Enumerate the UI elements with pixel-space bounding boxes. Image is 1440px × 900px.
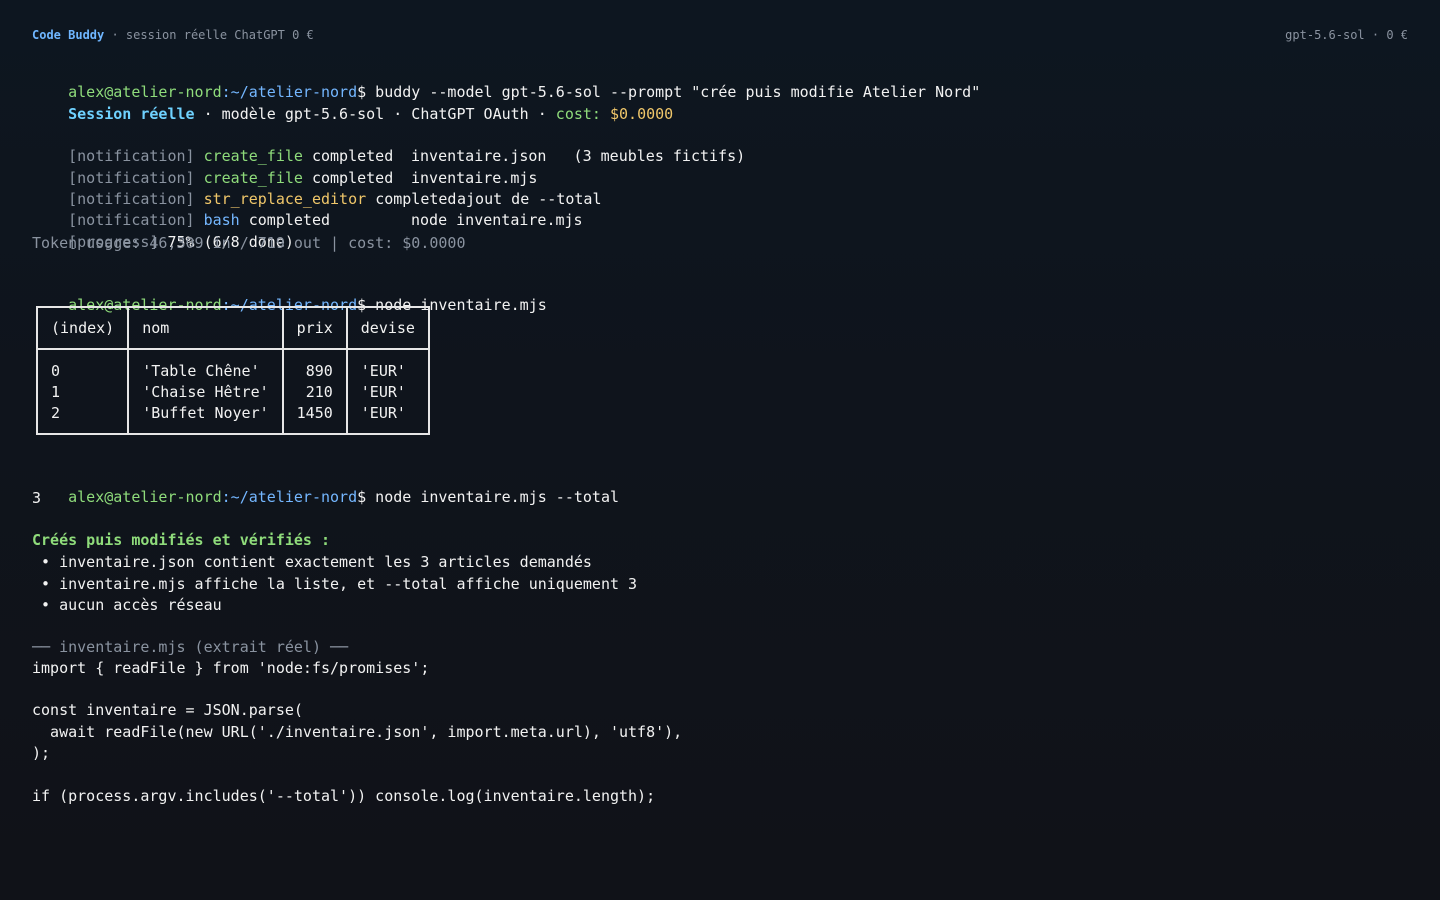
table-row: 1 'Chaise Hêtre' 210 'EUR' <box>35 381 430 402</box>
cell-devise: 'EUR' <box>345 402 430 434</box>
tool-status: completed <box>375 190 457 208</box>
column-header-prix: prix <box>281 307 348 350</box>
cell-index: 2 <box>35 402 130 434</box>
code-line: await readFile(new URL('./inventaire.jso… <box>32 723 683 741</box>
cell-prix: 890 <box>281 349 348 381</box>
command-line-3: alex@atelier-nord:~/atelier-nord$ node i… <box>32 467 619 527</box>
tool-target: inventaire.json (3 meubles fictifs) <box>411 147 746 165</box>
summary-title: Créés puis modifiés et vérifiés : <box>32 531 331 549</box>
command-text: $ node inventaire.mjs --total <box>357 488 620 506</box>
cell-devise: 'EUR' <box>345 349 430 381</box>
top-bar: Code Buddy · session réelle ChatGPT 0 € … <box>32 28 1408 46</box>
tool-target: node inventaire.mjs <box>411 211 583 229</box>
session-title: Session réelle <box>68 105 195 123</box>
summary-bullet: • inventaire.mjs affiche la liste, et --… <box>32 575 638 593</box>
summary-bullet: • inventaire.json contient exactement le… <box>32 553 592 571</box>
cell-devise: 'EUR' <box>345 381 430 402</box>
column-header-devise: devise <box>345 307 430 350</box>
cell-nom: 'Chaise Hêtre' <box>127 381 284 402</box>
model-cost-indicator: gpt-5.6-sol · 0 € <box>1285 28 1408 42</box>
cell-prix: 210 <box>281 381 348 402</box>
cost-value: $0.0000 <box>609 105 674 123</box>
column-header-index: (index) <box>35 307 130 350</box>
cell-nom: 'Table Chêne' <box>127 349 284 381</box>
summary-bullet: • aucun accès réseau <box>32 596 222 614</box>
code-line: const inventaire = JSON.parse( <box>32 701 303 719</box>
cell-index: 0 <box>35 349 130 381</box>
code-header: ── inventaire.mjs (extrait réel) ── <box>32 638 349 656</box>
terminal-window[interactable]: Code Buddy · session réelle ChatGPT 0 € … <box>0 0 1440 900</box>
inventory-table: (index) nom prix devise 0 'Table Chêne' … <box>35 306 430 435</box>
cell-index: 1 <box>35 381 130 402</box>
code-line: if (process.argv.includes('--total')) co… <box>32 787 656 805</box>
table-row: 2 'Buffet Noyer' 1450 'EUR' <box>35 402 430 434</box>
prompt-path: :~/atelier-nord <box>221 488 358 506</box>
cell-prix: 1450 <box>281 402 348 434</box>
column-header-nom: nom <box>127 307 284 350</box>
session-label: · session réelle ChatGPT 0 € <box>104 28 314 42</box>
code-line: import { readFile } from 'node:fs/promis… <box>32 659 430 677</box>
prompt-user: alex@atelier-nord <box>68 488 222 506</box>
tool-target: ajout de --total <box>457 190 602 208</box>
cost-label: cost: <box>555 105 610 123</box>
cell-nom: 'Buffet Noyer' <box>127 402 284 434</box>
table-row: 0 'Table Chêne' 890 'EUR' <box>35 349 430 381</box>
table-header-row: (index) nom prix devise <box>35 307 430 350</box>
app-brand: Code Buddy <box>32 28 105 42</box>
command-output: 3 <box>32 489 42 507</box>
code-line: ); <box>32 744 51 762</box>
token-usage: Token usage: 46,309 in / 719 out | cost:… <box>32 234 466 252</box>
session-info: · modèle gpt-5.6-sol · ChatGPT OAuth · <box>194 105 556 123</box>
